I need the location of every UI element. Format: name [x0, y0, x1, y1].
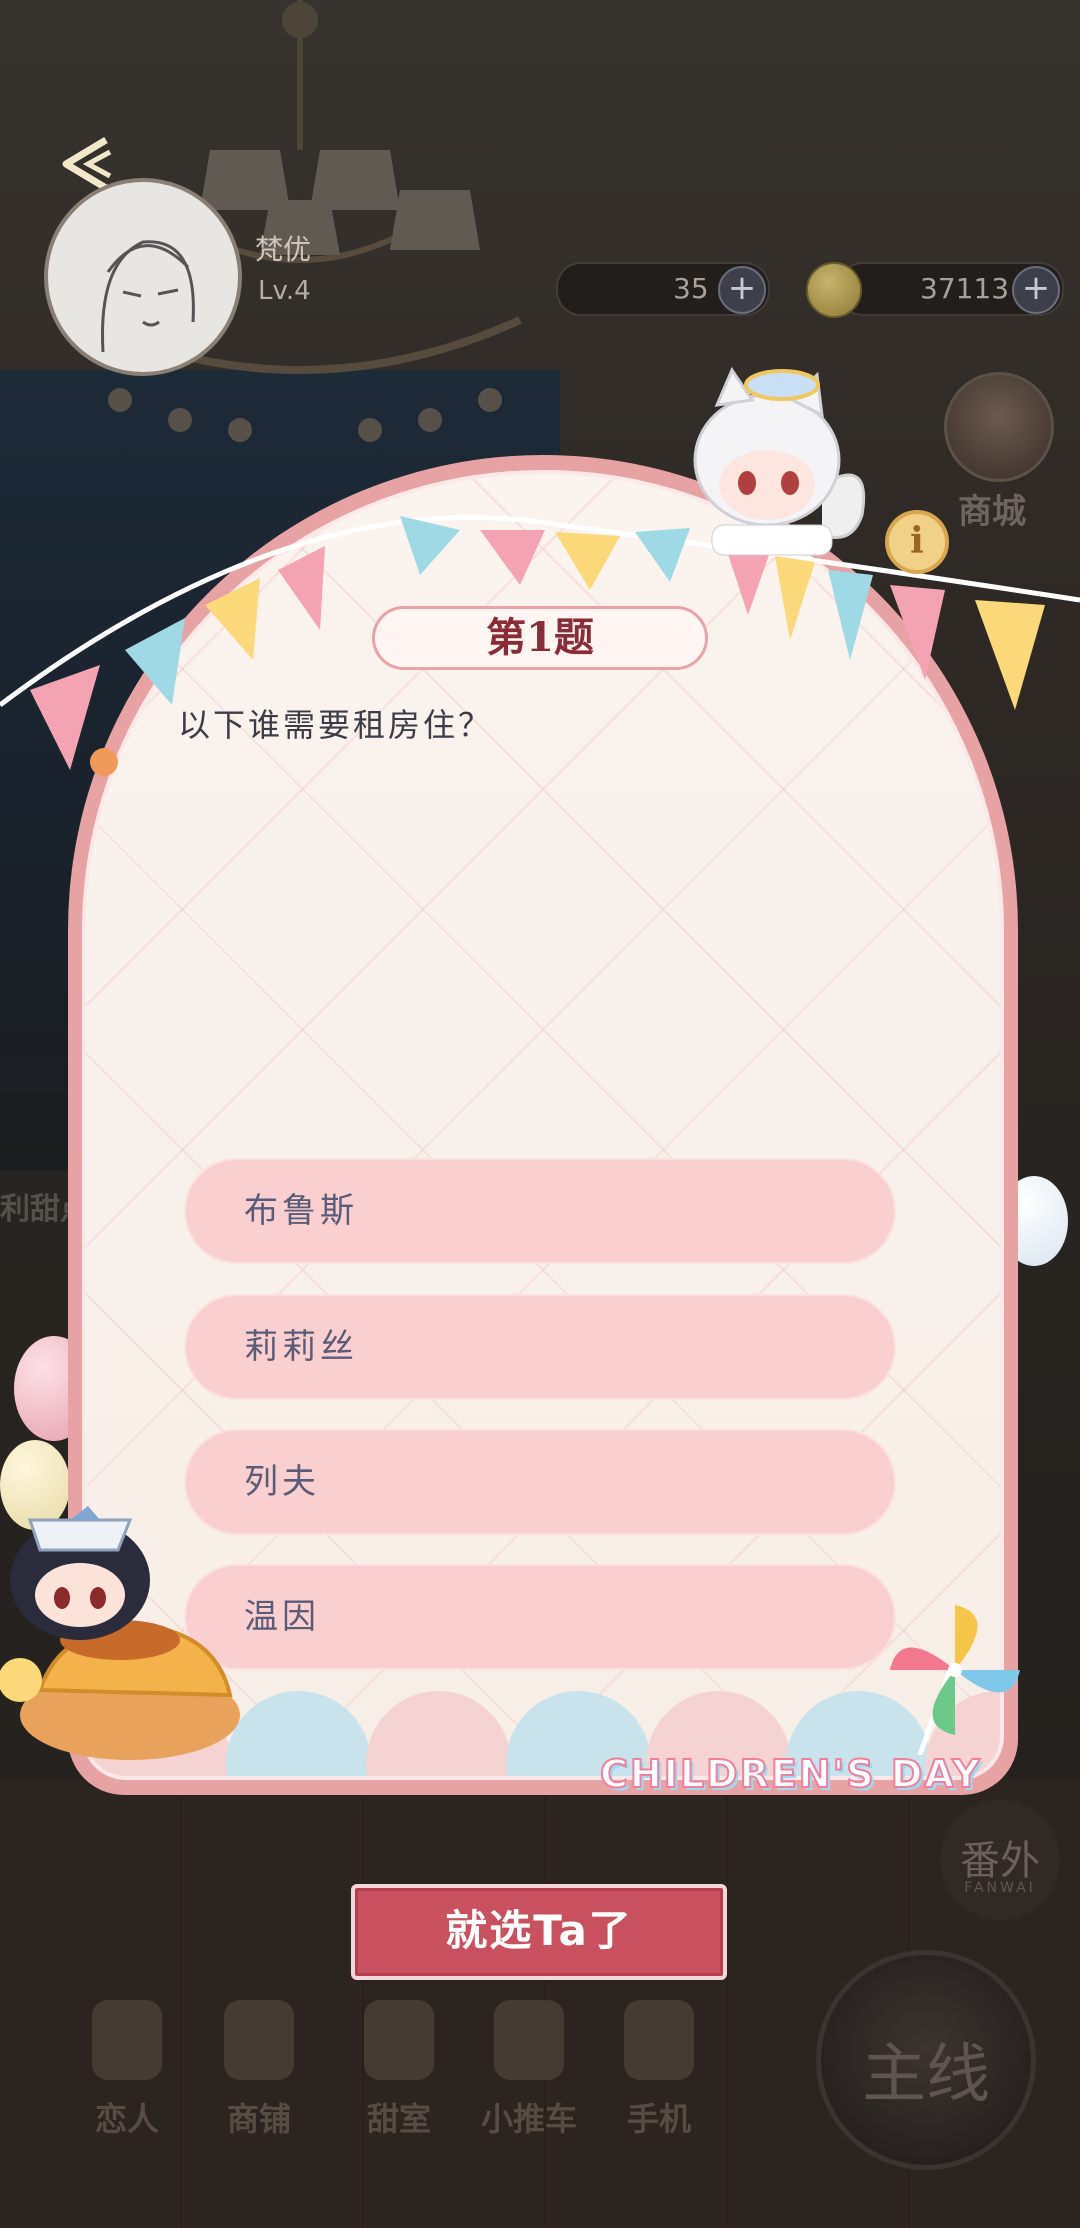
nav-label: 恋人 [94, 2100, 159, 2138]
event-title: CHILDREN'S DAY [599, 1751, 982, 1797]
stamina-plus-button[interactable]: + [718, 266, 766, 314]
coin-value: 37113 [920, 272, 1010, 305]
info-button[interactable]: i [885, 510, 949, 574]
cart-icon [494, 2000, 564, 2080]
nav-phone[interactable]: 手机 [604, 2000, 714, 2140]
stamina-value: 35 [673, 272, 709, 305]
nav-shop[interactable]: 商铺 [204, 2000, 314, 2140]
player-avatar[interactable] [44, 178, 242, 376]
lover-icon [92, 2000, 162, 2080]
answer-option-label: 布鲁斯 [244, 1191, 358, 1231]
main-story-button[interactable]: 主线 [816, 1950, 1036, 2170]
shop-bag-icon [224, 2000, 294, 2080]
nav-sweet-room[interactable]: 甜室 [344, 2000, 454, 2140]
coin-bar: 37113 + [838, 262, 1064, 316]
coin-plus-button[interactable]: + [1012, 266, 1060, 314]
phone-icon [624, 2000, 694, 2080]
confirm-answer-button[interactable]: 就选Ta了 [351, 1884, 727, 1980]
main-story-label: 主线 [862, 2038, 990, 2112]
nav-label: 小推车 [480, 2100, 577, 2138]
chibi-dark-hair-character [0, 1506, 240, 1760]
answer-option-label: 莉莉丝 [244, 1327, 358, 1367]
nav-lover[interactable]: 恋人 [72, 2000, 182, 2140]
fanwai-label: 番外 [960, 1838, 1040, 1884]
nav-label: 手机 [626, 2100, 691, 2138]
answer-option-label: 温因 [244, 1597, 320, 1637]
fanwai-button[interactable]: 番外 FANWAI [940, 1800, 1060, 1920]
answer-option-4[interactable]: 温因 [184, 1564, 896, 1670]
answer-option-2[interactable]: 莉莉丝 [184, 1294, 896, 1400]
answer-option-3[interactable]: 列夫 [184, 1429, 896, 1535]
chibi-white-hair-character [693, 366, 866, 556]
cat-icon [364, 2000, 434, 2080]
avatar-sketch [101, 240, 195, 353]
shop-portrait[interactable] [944, 372, 1054, 482]
question-text: 以下谁需要租房住？ [178, 706, 494, 744]
stamina-bar: 35 + [556, 262, 770, 316]
fanwai-sub-label: FANWAI [964, 1880, 1036, 1896]
nav-cart[interactable]: 小推车 [474, 2000, 584, 2140]
answer-option-label: 列夫 [244, 1462, 320, 1502]
nav-label: 甜室 [366, 2100, 431, 2138]
nav-label: 商铺 [226, 2100, 291, 2138]
answer-option-1[interactable]: 布鲁斯 [184, 1158, 896, 1264]
coin-icon [806, 262, 862, 318]
pinwheel-icon [890, 1605, 1020, 1755]
player-level: Lv.4 [258, 276, 311, 306]
question-number-pill: 第1题 [372, 606, 708, 670]
player-name: 梵优 [255, 233, 312, 266]
